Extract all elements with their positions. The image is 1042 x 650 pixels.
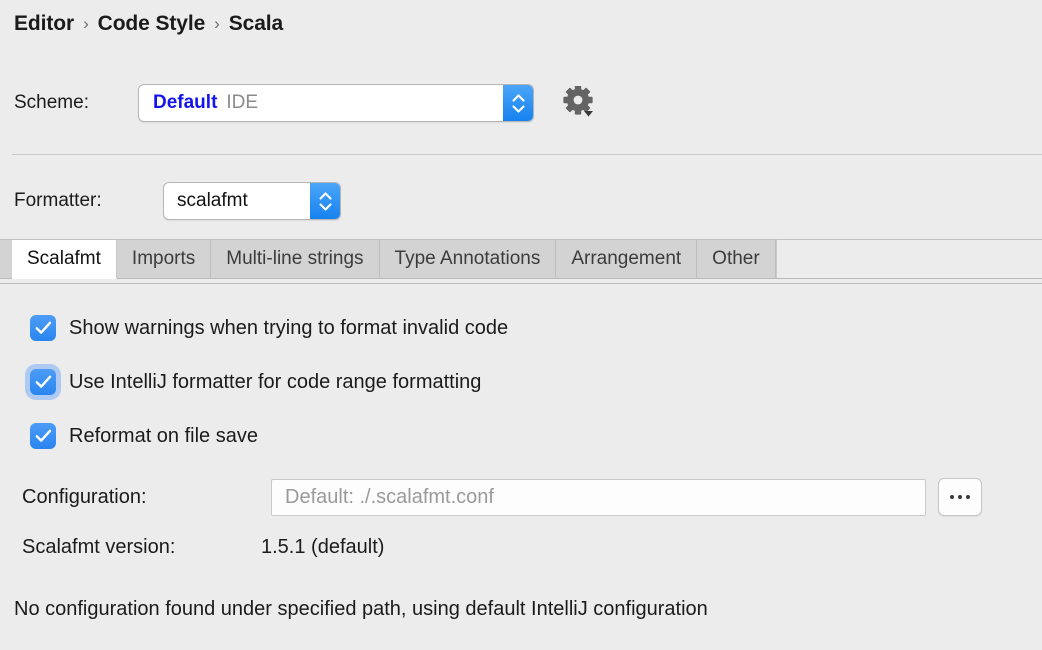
- section-divider: [12, 154, 1042, 155]
- scheme-label: Scheme:: [14, 92, 138, 114]
- tab-bar: Scalafmt Imports Multi-line strings Type…: [0, 239, 1042, 279]
- breadcrumb-chevron-icon: ›: [83, 14, 89, 34]
- scalafmt-version-row: Scalafmt version: 1.5.1 (default): [22, 536, 384, 559]
- tab-arrangement[interactable]: Arrangement: [556, 239, 697, 279]
- configuration-input[interactable]: Default: ./.scalafmt.conf: [271, 479, 926, 516]
- tab-content-divider: [0, 283, 1042, 284]
- tab-scalafmt[interactable]: Scalafmt: [12, 239, 117, 279]
- option-use-intellij-formatter[interactable]: Use IntelliJ formatter for code range fo…: [30, 369, 481, 395]
- ellipsis-icon: [958, 495, 962, 499]
- ellipsis-icon: [966, 495, 970, 499]
- configuration-label: Configuration:: [22, 486, 271, 509]
- formatter-combobox-value: scalafmt: [164, 190, 248, 212]
- configuration-browse-button[interactable]: [938, 478, 982, 516]
- breadcrumb-item-scala: Scala: [229, 12, 283, 36]
- scalafmt-version-label: Scalafmt version:: [22, 536, 261, 559]
- breadcrumb: Editor › Code Style › Scala: [14, 12, 283, 36]
- gear-dropdown-icon: [560, 86, 600, 122]
- scheme-settings-button[interactable]: [560, 86, 600, 122]
- breadcrumb-item-editor[interactable]: Editor: [14, 12, 74, 36]
- configuration-row: Configuration: Default: ./.scalafmt.conf: [22, 478, 982, 516]
- formatter-stepper-icon[interactable]: [310, 183, 340, 219]
- scheme-combobox[interactable]: Default IDE: [138, 84, 534, 122]
- option-label: Use IntelliJ formatter for code range fo…: [69, 371, 481, 394]
- scheme-row: Scheme: Default IDE: [14, 84, 534, 122]
- option-label: Reformat on file save: [69, 425, 258, 448]
- formatter-label: Formatter:: [14, 190, 163, 212]
- scheme-stepper-icon[interactable]: [503, 85, 533, 121]
- option-reformat-on-file-save[interactable]: Reformat on file save: [30, 423, 258, 449]
- formatter-row: Formatter: scalafmt: [14, 182, 341, 220]
- option-show-warnings[interactable]: Show warnings when trying to format inva…: [30, 315, 508, 341]
- tab-bar-left-gutter: [0, 239, 12, 279]
- checkbox-checked-icon[interactable]: [30, 423, 56, 449]
- scheme-name-text: Default: [153, 92, 217, 114]
- ellipsis-icon: [950, 495, 954, 499]
- checkbox-checked-icon[interactable]: [30, 369, 56, 395]
- option-label: Show warnings when trying to format inva…: [69, 317, 508, 340]
- scheme-combobox-value: Default IDE: [139, 92, 258, 114]
- scalafmt-version-value: 1.5.1 (default): [261, 536, 384, 559]
- tab-bar-filler: [776, 239, 1042, 279]
- formatter-combobox[interactable]: scalafmt: [163, 182, 341, 220]
- breadcrumb-chevron-icon: ›: [214, 14, 220, 34]
- tab-imports[interactable]: Imports: [117, 239, 211, 279]
- breadcrumb-item-code-style[interactable]: Code Style: [98, 12, 206, 36]
- tab-other[interactable]: Other: [697, 239, 776, 279]
- checkbox-checked-icon[interactable]: [30, 315, 56, 341]
- tab-multi-line-strings[interactable]: Multi-line strings: [211, 239, 379, 279]
- tab-type-annotations[interactable]: Type Annotations: [380, 239, 557, 279]
- scheme-kind-text: IDE: [226, 92, 258, 114]
- status-message: No configuration found under specified p…: [14, 598, 708, 621]
